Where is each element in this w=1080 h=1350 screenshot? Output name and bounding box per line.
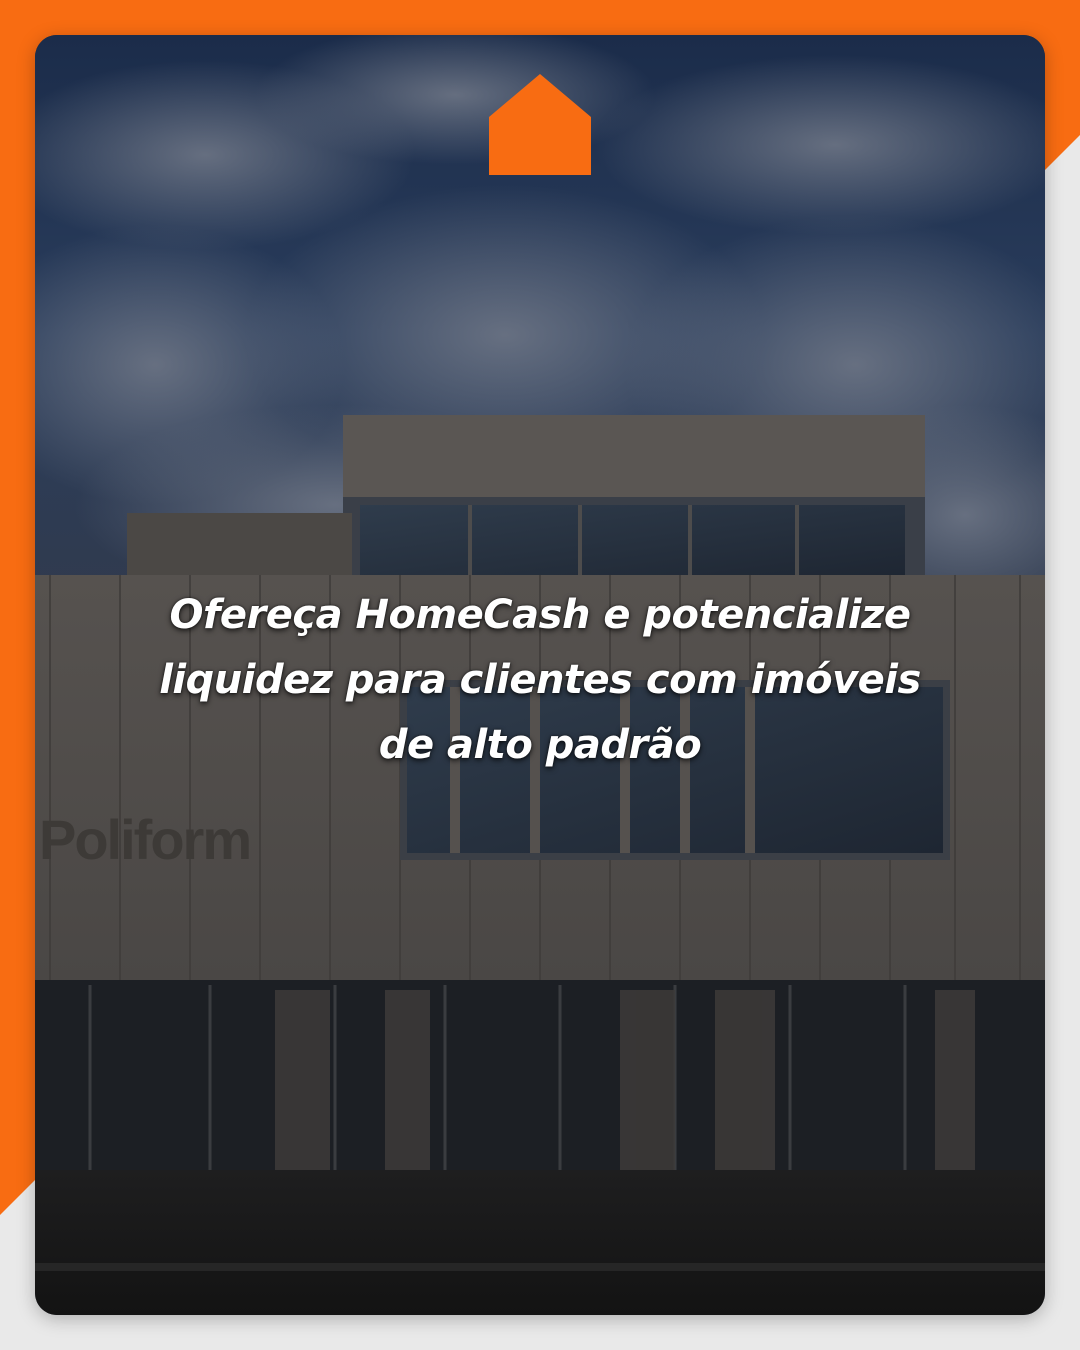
headline-line-3: de alto padrão: [378, 722, 702, 768]
headline-line-1: Ofereça HomeCash e potencialize: [169, 592, 911, 638]
house-logo: [489, 74, 591, 175]
house-icon: [489, 74, 591, 175]
headline: Ofereça HomeCash e potencialize liquidez…: [140, 583, 940, 778]
headline-line-2: liquidez para clientes com imóveis: [159, 657, 921, 703]
post-canvas: Poliform Ofereça HomeCash e potencialize…: [0, 0, 1080, 1350]
building-sign-text: Poliform: [39, 808, 252, 871]
hero-card: Poliform Ofereça HomeCash e potencialize…: [35, 35, 1045, 1315]
